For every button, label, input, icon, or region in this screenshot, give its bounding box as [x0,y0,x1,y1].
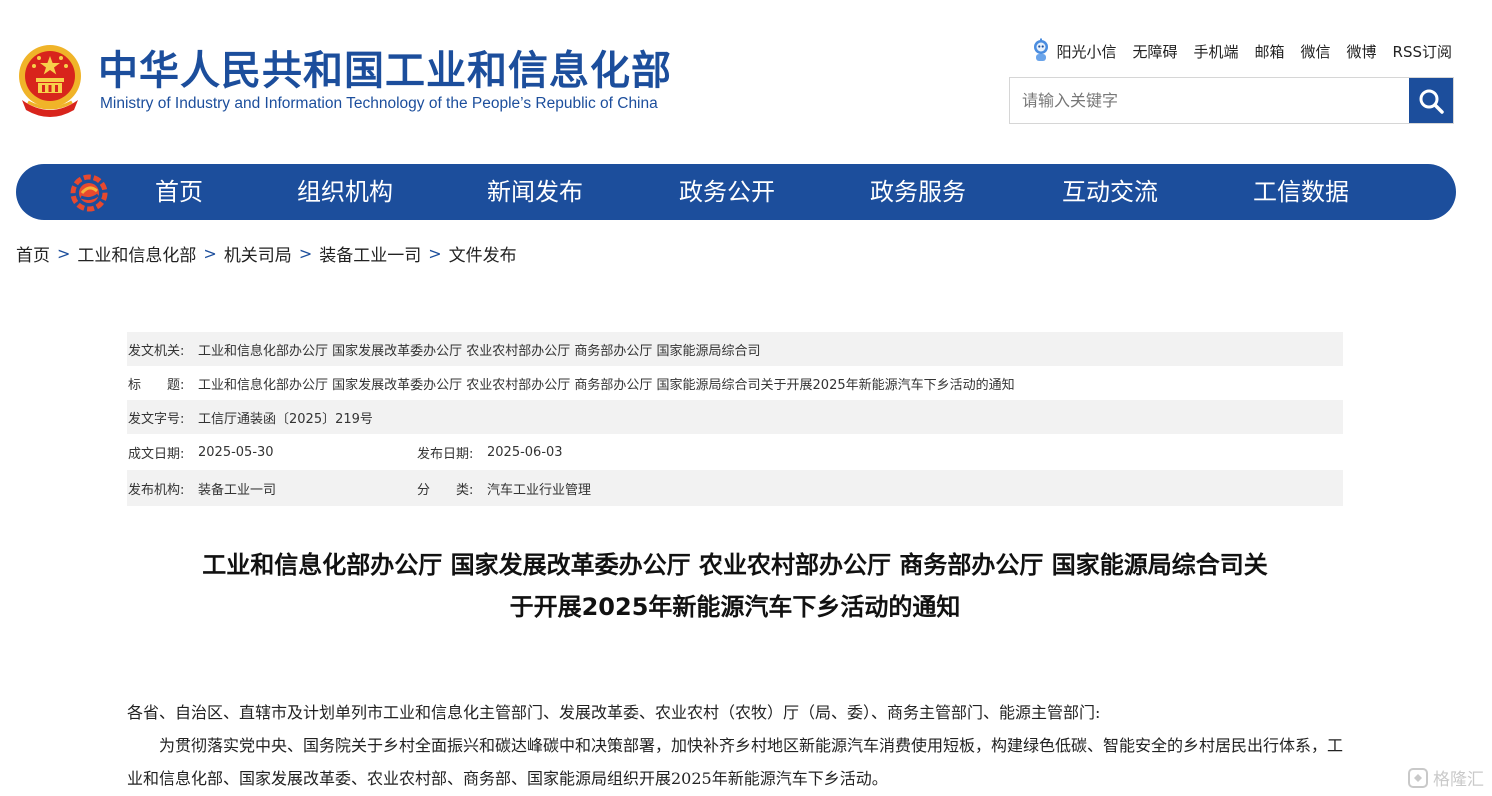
nav-government-services[interactable]: 政务服务 [870,164,966,220]
top-links: 阳光小信 无障碍 手机端 邮箱 微信 微博 RSS订阅 [1030,38,1452,64]
meta-label: 分 类: [417,482,474,498]
miit-logo-icon[interactable] [70,174,108,212]
meta-label: 发布日期: [417,446,474,462]
meta-label: 标 题: [128,377,185,393]
top-link-label: 阳光小信 [1056,42,1117,61]
site-subtitle: Ministry of Industry and Information Tec… [100,95,658,112]
nav-organization[interactable]: 组织机构 [297,164,393,220]
nav-home[interactable]: 首页 [155,164,203,220]
top-link-wechat[interactable]: 微信 [1301,41,1331,62]
breadcrumb: 首页 > 工业和信息化部 > 机关司局 > 装备工业一司 > 文件发布 [16,241,517,266]
top-link-weibo[interactable]: 微博 [1347,41,1377,62]
main-nav: 首页 组织机构 新闻发布 政务公开 政务服务 互动交流 工信数据 [16,164,1456,220]
search-button[interactable] [1409,78,1453,123]
site-header: 中华人民共和国工业和信息化部 Ministry of Industry and … [0,0,1492,150]
article-body: 各省、自治区、直辖市及计划单列市工业和信息化主管部门、发展改革委、农业农村（农牧… [127,696,1343,795]
article-title-line: 工业和信息化部办公厅 国家发展改革委办公厅 农业农村部办公厅 商务部办公厅 国家… [202,551,1268,579]
breadcrumb-department[interactable]: 装备工业一司 [319,241,421,266]
meta-label: 发布机构: [128,482,185,498]
meta-title: 工业和信息化部办公厅 国家发展改革委办公厅 农业农村部办公厅 商务部办公厅 国家… [198,377,1015,393]
meta-category: 汽车工业行业管理 [487,482,592,498]
top-link-rss[interactable]: RSS订阅 [1393,41,1452,62]
article-title: 工业和信息化部办公厅 国家发展改革委办公厅 农业农村部办公厅 商务部办公厅 国家… [127,544,1343,628]
national-emblem-icon[interactable] [14,42,86,118]
breadcrumb-separator: > [298,244,313,263]
search-icon [1419,89,1444,114]
breadcrumb-separator: > [428,244,442,263]
meta-row-org: 发布机构: 装备工业一司 分 类: 汽车工业行业管理 [127,470,1343,506]
meta-label: 发文字号: [128,411,185,427]
top-link-mail[interactable]: 邮箱 [1254,41,1284,62]
nav-interaction[interactable]: 互动交流 [1062,164,1158,220]
breadcrumb-bureaus[interactable]: 机关司局 [224,241,292,266]
site-title[interactable]: 中华人民共和国工业和信息化部 [98,46,672,96]
breadcrumb-ministry[interactable]: 工业和信息化部 [77,241,196,266]
breadcrumb-separator: > [203,244,217,263]
meta-written-date: 2025-05-30 [198,444,274,460]
nav-government-affairs[interactable]: 政务公开 [679,164,775,220]
meta-cell-category: 分 类: 汽车工业行业管理 [416,479,591,498]
watermark: 格隆汇 [1407,765,1484,790]
top-link-accessibility[interactable]: 无障碍 [1132,41,1177,62]
meta-published-date: 2025-06-03 [487,444,563,460]
article-paragraph: 为贯彻落实党中央、国务院关于乡村全面振兴和碳达峰碳中和决策部署，加快补齐乡村地区… [127,736,1344,788]
breadcrumb-documents[interactable]: 文件发布 [449,241,517,266]
meta-cell-written: 成文日期: 2025-05-30 [127,443,416,462]
meta-row-title: 标 题: 工业和信息化部办公厅 国家发展改革委办公厅 农业农村部办公厅 商务部办… [127,366,1343,400]
article-salutation: 各省、自治区、直辖市及计划单列市工业和信息化主管部门、发展改革委、农业农村（农牧… [127,703,1101,722]
meta-row-issuer: 发文机关: 工业和信息化部办公厅 国家发展改革委办公厅 农业农村部办公厅 商务部… [127,332,1343,366]
article-title-line: 于开展2025年新能源汽车下乡活动的通知 [509,593,961,621]
meta-cell-org: 发布机构: 装备工业一司 [127,479,416,498]
watermark-text: 格隆汇 [1433,770,1484,790]
breadcrumb-home[interactable]: 首页 [16,241,50,266]
meta-org: 装备工业一司 [198,482,277,498]
search-input[interactable] [1010,78,1410,123]
nav-news[interactable]: 新闻发布 [487,164,583,220]
meta-doc-no: 工信厅通装函〔2025〕219号 [198,411,373,427]
nav-data[interactable]: 工信数据 [1253,164,1349,220]
meta-cell-published: 发布日期: 2025-06-03 [416,443,563,462]
top-link-mobile[interactable]: 手机端 [1193,41,1238,62]
meta-row-doc-no: 发文字号: 工信厅通装函〔2025〕219号 [127,400,1343,434]
robot-mascot-icon [1034,38,1049,61]
meta-row-dates: 成文日期: 2025-05-30 发布日期: 2025-06-03 [127,434,1343,470]
meta-issuer: 工业和信息化部办公厅 国家发展改革委办公厅 农业农村部办公厅 商务部办公厅 国家… [198,343,761,359]
meta-label: 成文日期: [128,446,185,462]
breadcrumb-separator: > [57,244,71,263]
watermark-logo-icon [1408,767,1428,788]
meta-label: 发文机关: [128,343,185,359]
search-box [1009,77,1454,124]
document-meta-table: 发文机关: 工业和信息化部办公厅 国家发展改革委办公厅 农业农村部办公厅 商务部… [127,332,1343,506]
top-link-sunshine[interactable]: 阳光小信 [1030,38,1116,64]
